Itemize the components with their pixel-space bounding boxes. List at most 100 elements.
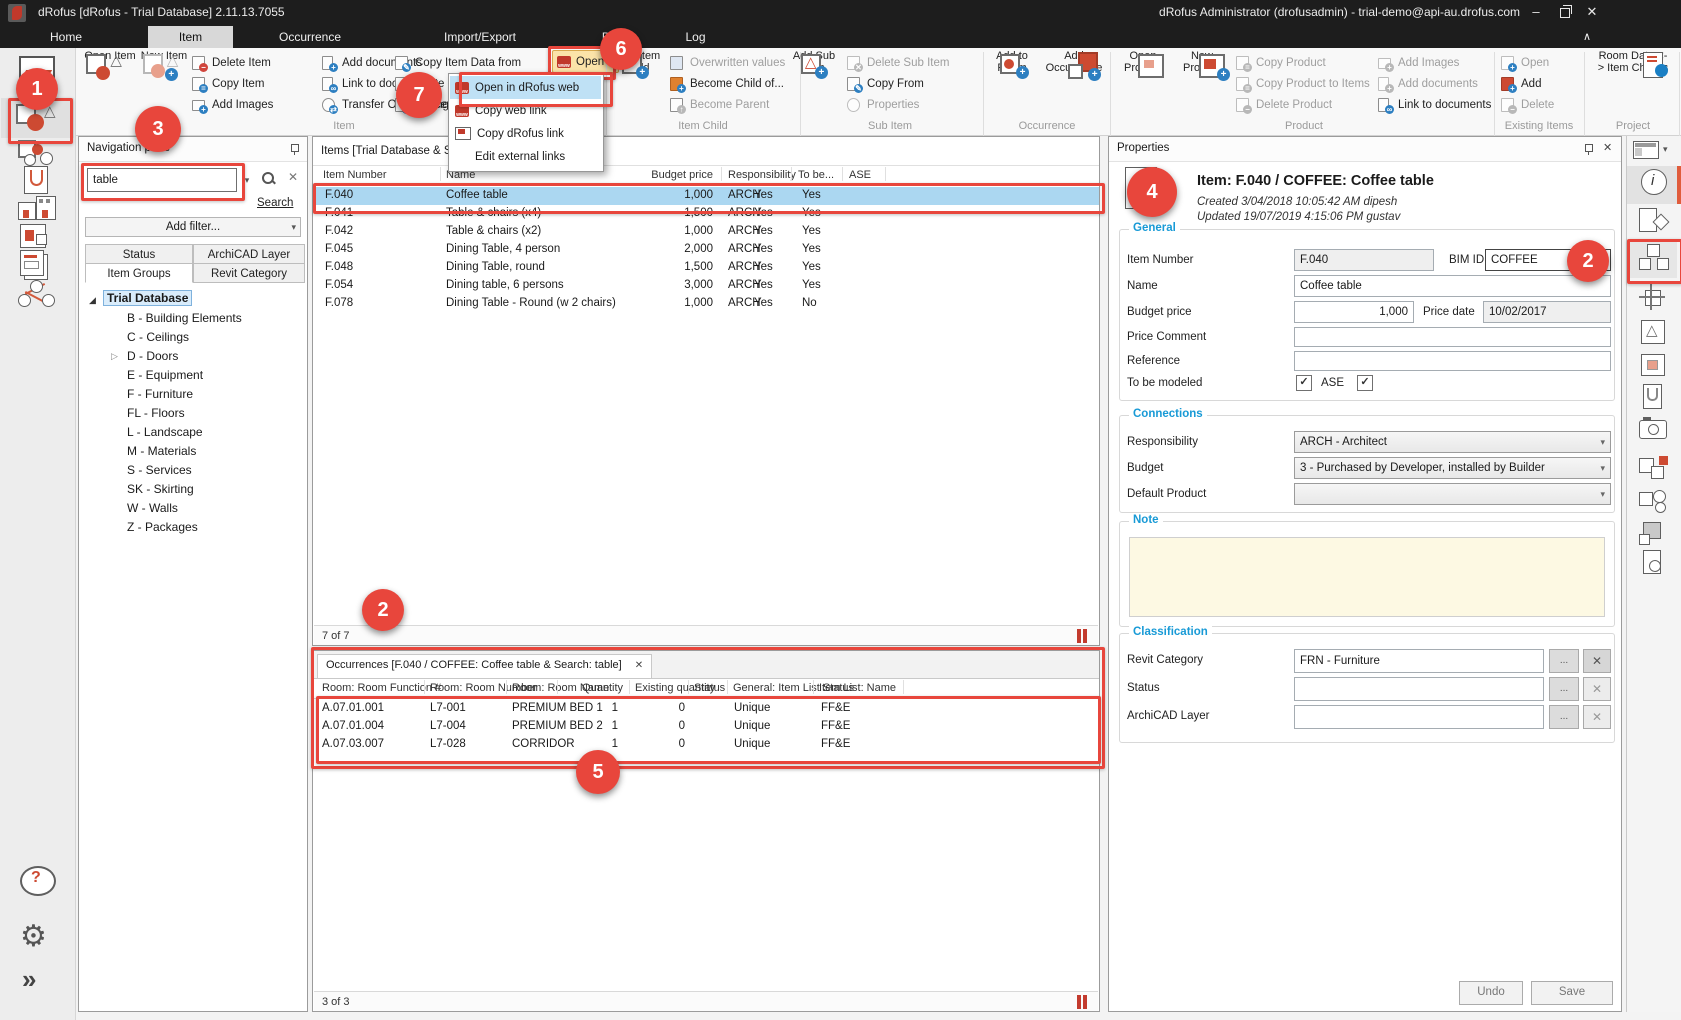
price-date-field[interactable]: 10/02/2017 bbox=[1483, 301, 1611, 323]
add-sub-item-button[interactable]: △+ Add Sub Item bbox=[786, 50, 842, 74]
tree-item-furniture[interactable]: F - Furniture bbox=[127, 387, 193, 401]
undo-button[interactable]: Undo bbox=[1459, 981, 1523, 1005]
ase-checkbox[interactable]: ✓ bbox=[1357, 375, 1373, 391]
models-icon[interactable] bbox=[18, 222, 58, 252]
close-icon[interactable]: ✕ bbox=[1603, 141, 1612, 154]
budget-select[interactable]: 3 - Purchased by Developer, installed by… bbox=[1294, 457, 1611, 479]
tree-item-ceilings[interactable]: C - Ceilings bbox=[127, 330, 189, 344]
existing-add-button[interactable]: +Add bbox=[1501, 74, 1541, 93]
item-groups-tool[interactable] bbox=[1635, 520, 1674, 552]
panel-layout-button[interactable]: ▾ bbox=[1633, 140, 1675, 160]
table-row[interactable]: F.045Dining Table, 4 person2,000ARCHYesY… bbox=[313, 241, 1099, 259]
to-be-modeled-checkbox[interactable]: ✓ bbox=[1296, 375, 1312, 391]
price-comment-field[interactable] bbox=[1294, 327, 1611, 347]
budget-price-field[interactable]: 1,000 bbox=[1294, 301, 1414, 323]
buildings-icon[interactable] bbox=[16, 194, 60, 224]
tree-item-building-elements[interactable]: B - Building Elements bbox=[127, 311, 242, 325]
documents-tool[interactable] bbox=[1635, 384, 1674, 416]
tab-occurrence[interactable]: Occurrence bbox=[250, 26, 370, 48]
delete-product-button[interactable]: −Delete Product bbox=[1236, 95, 1332, 114]
tree-item-walls[interactable]: W - Walls bbox=[127, 501, 178, 515]
item-number-field[interactable]: F.040 bbox=[1294, 249, 1434, 271]
help-icon[interactable]: ? bbox=[20, 866, 56, 896]
images-tool[interactable] bbox=[1635, 416, 1674, 448]
table-row[interactable]: F.048Dining Table, round1,500ARCHYesYes bbox=[313, 259, 1099, 277]
product-add-documents-button[interactable]: +Add documents bbox=[1378, 74, 1478, 93]
tab-revit-category[interactable]: Revit Category bbox=[193, 263, 305, 283]
tab-status[interactable]: Status bbox=[85, 244, 193, 264]
name-field[interactable]: Coffee table bbox=[1294, 275, 1611, 297]
note-textarea[interactable] bbox=[1129, 537, 1605, 617]
save-button[interactable]: Save bbox=[1531, 981, 1613, 1005]
existing-open-button[interactable]: +Open bbox=[1501, 53, 1549, 72]
documents-icon[interactable] bbox=[20, 166, 56, 196]
add-images-button[interactable]: +Add Images bbox=[192, 95, 273, 114]
col-to-be[interactable]: To be... bbox=[798, 169, 834, 181]
item-data-tool[interactable] bbox=[1635, 208, 1674, 240]
tree-item-packages[interactable]: Z - Packages bbox=[127, 520, 198, 534]
product-tool[interactable] bbox=[1635, 352, 1674, 384]
col-item-number[interactable]: Item Number bbox=[323, 169, 387, 181]
new-item-button[interactable]: △+ New Item bbox=[138, 50, 190, 62]
existing-delete-button[interactable]: −Delete bbox=[1501, 95, 1554, 114]
column-chooser-icon[interactable] bbox=[1077, 629, 1090, 643]
search-icon[interactable] bbox=[261, 171, 277, 187]
revit-category-field[interactable]: FRN - Furniture bbox=[1294, 649, 1544, 673]
tree-item-landscape[interactable]: L - Landscape bbox=[127, 425, 203, 439]
tab-home[interactable]: Home bbox=[36, 26, 96, 48]
tree-collapsed-icon[interactable]: ▷ bbox=[111, 351, 118, 362]
default-product-select[interactable]: ▾ bbox=[1294, 483, 1611, 505]
settings-gear-icon[interactable]: ⚙ bbox=[20, 920, 56, 954]
tab-log[interactable]: Log bbox=[668, 26, 723, 48]
archicad-layer-field[interactable] bbox=[1294, 705, 1544, 729]
responsibility-select[interactable]: ARCH - Architect▾ bbox=[1294, 431, 1611, 453]
product-link-to-documents-button[interactable]: ∞Link to documents bbox=[1378, 95, 1491, 114]
tree-root-trial-database[interactable]: Trial Database bbox=[103, 290, 192, 306]
tree-item-skirting[interactable]: SK - Skirting bbox=[127, 482, 194, 496]
products-tool[interactable]: △ bbox=[1635, 318, 1674, 350]
col-budget-price[interactable]: Budget price bbox=[613, 169, 713, 181]
tab-archicad-layer[interactable]: ArchiCAD Layer bbox=[193, 244, 305, 264]
reference-field[interactable] bbox=[1294, 351, 1611, 371]
menu-item-copy-drofus-link[interactable]: Copy dRofus link bbox=[450, 122, 601, 145]
table-row[interactable]: F.054Dining table, 6 persons3,000ARCHYes… bbox=[313, 277, 1099, 295]
expand-sidebar-icon[interactable]: » bbox=[22, 964, 58, 994]
linked-products-tool[interactable] bbox=[1635, 488, 1674, 520]
open-product-button[interactable]: Open Product bbox=[1116, 50, 1170, 74]
search-clear-icon[interactable]: ✕ bbox=[285, 170, 301, 188]
move-3d-tool[interactable] bbox=[1635, 284, 1674, 316]
search-link[interactable]: Search bbox=[257, 197, 293, 209]
sub-item-properties-button[interactable]: Properties bbox=[847, 95, 919, 114]
copy-from-button[interactable]: ✎Copy From bbox=[847, 74, 924, 93]
delete-item-button[interactable]: −Delete Item bbox=[192, 53, 271, 72]
open-item-button[interactable]: △ Open Item bbox=[84, 50, 136, 62]
tree-item-floors[interactable]: FL - Floors bbox=[127, 406, 185, 420]
restore-button[interactable] bbox=[1552, 0, 1576, 24]
tree-item-equipment[interactable]: E - Equipment bbox=[127, 368, 203, 382]
add-occurrence-button[interactable]: + Add Occurrence bbox=[1043, 50, 1105, 74]
archicad-layer-browse-button[interactable]: ... bbox=[1549, 705, 1579, 729]
tab-item-groups[interactable]: Item Groups bbox=[85, 263, 193, 283]
menu-item-edit-external-links[interactable]: Edit external links bbox=[450, 145, 601, 168]
new-product-button[interactable]: + New Product bbox=[1174, 50, 1230, 74]
status-field[interactable] bbox=[1294, 677, 1544, 701]
close-button[interactable]: ✕ bbox=[1580, 0, 1604, 24]
bim-models-tool[interactable] bbox=[1635, 456, 1674, 488]
overwritten-values-button[interactable]: Overwritten values bbox=[670, 53, 785, 72]
status-browse-button[interactable]: ... bbox=[1549, 677, 1579, 701]
info-tool[interactable]: i bbox=[1635, 169, 1674, 201]
add-to-room-button[interactable]: + Add to Room bbox=[986, 50, 1038, 74]
table-row[interactable]: F.042Table & chairs (x2)1,000ARCHYesYes bbox=[313, 223, 1099, 241]
copy-item-data-from-button[interactable]: ✎Copy Item Data from bbox=[395, 53, 521, 72]
archicad-layer-clear-button[interactable]: ✕ bbox=[1583, 705, 1611, 729]
add-filter-button[interactable]: Add filter... ▾ bbox=[85, 217, 301, 237]
tree-item-doors[interactable]: D - Doors bbox=[127, 349, 178, 363]
collapse-ribbon-icon[interactable]: ∧ bbox=[1572, 26, 1602, 48]
become-child-of-button[interactable]: +Become Child of... bbox=[670, 74, 784, 93]
revit-category-clear-button[interactable]: ✕ bbox=[1583, 649, 1611, 673]
col-ase[interactable]: ASE bbox=[849, 169, 871, 181]
delete-sub-item-button[interactable]: ✕Delete Sub Item bbox=[847, 53, 949, 72]
relations-icon[interactable] bbox=[16, 280, 60, 310]
tab-import-export[interactable]: Import/Export bbox=[405, 26, 555, 48]
column-chooser-icon[interactable] bbox=[1077, 995, 1090, 1009]
